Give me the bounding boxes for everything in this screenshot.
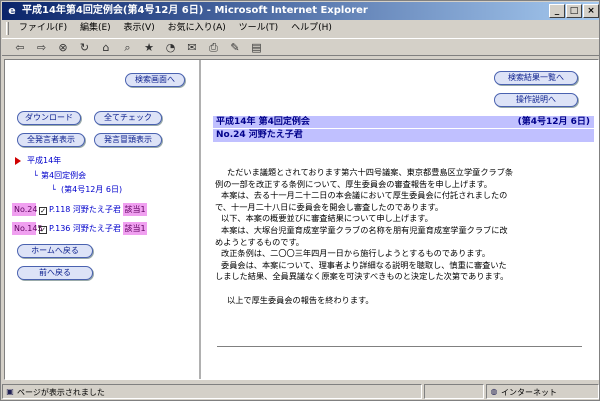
speech-line: で、十一月二十八日に委員会を開会し審査したのであります。 [215,201,444,212]
tree-issue[interactable]: (第4号12月 6日) [61,184,122,195]
discuss-icon[interactable]: ▤ [249,39,265,56]
hit-number: No.24 [12,203,38,216]
hit-badge[interactable]: 該当1 [123,203,147,216]
back-button[interactable]: 前へ戻る [17,266,93,280]
record-issue: (第4号12月 6日) [517,117,590,127]
page-icon: ▣ [6,387,14,396]
menu-tools[interactable]: ツール(T) [234,20,284,37]
speech-line: 改正条例は、二〇〇三年四月一日から施行しようとするものであります。 [221,248,491,259]
edit-icon[interactable]: ✎ [227,39,243,56]
page-content: 検索画面へ ダウンロード 全てチェック 全発言者表示 発言冒頭表示 平成14年 … [4,59,599,380]
speech-line: ただいま議題とされております第六十四号議案、東京都豊島区立学童クラブ条 [227,167,514,177]
hit-checkbox[interactable]: ✓ [39,207,47,215]
zone-cell: ◍ インターネット [486,384,599,399]
home-button[interactable]: ホームへ戻る [17,244,93,258]
menu-bar: ファイル(F) 編集(E) 表示(V) お気に入り(A) ツール(T) ヘルプ(… [2,20,599,37]
record-header: 平成14年 第4回定例会 (第4号12月 6日) [213,116,594,128]
speech-line: 委員会は、本案について、理事者より詳細なる説明を聴取し、慎重に審査いた [221,259,507,270]
refresh-icon[interactable]: ↻ [77,39,93,56]
home-icon[interactable]: ⌂ [98,39,114,56]
hit-row: No.24 ✓ P.118 河野たえ子君 該当1 [12,203,147,216]
results-list-button[interactable]: 検索結果一覧へ [494,71,578,85]
status-bar: ▣ ページが表示されました ◍ インターネット [2,383,599,400]
menu-help[interactable]: ヘルプ(H) [286,20,337,37]
close-button[interactable]: × [583,4,599,18]
check-all-button[interactable]: 全てチェック [94,111,162,125]
speech-line: 本案は、大塚台児童育成室学童クラブの名称を朋有児童育成室学童クラブに改 [221,224,508,235]
speech-line: 以上で厚生委員会の報告を終わります。 [227,294,374,305]
forward-icon[interactable]: ⇨ [34,39,50,56]
speech-text: ただいま議題とされております第六十四号議案、東京都豊島区立学童クラブ条 例の一部… [215,167,587,306]
menu-edit[interactable]: 編集(E) [75,20,116,37]
zone-text: インターネット [501,388,557,397]
search-icon[interactable]: ⌕ [120,39,136,56]
download-button[interactable]: ダウンロード [17,111,81,125]
record-title: 平成14年 第4回定例会 [216,117,310,127]
back-icon[interactable]: ⇦ [12,39,28,56]
divider [217,346,582,348]
globe-icon: ◍ [490,387,498,396]
hit-row: No.145✓ P.136 河野たえ子君 該当1 [12,222,147,235]
stop-icon[interactable]: ⊗ [55,39,71,56]
hit-page-link[interactable]: P.118 河野たえ子君 [49,205,121,214]
menu-grip [6,22,9,35]
toolbar: ⇦ ⇨ ⊗ ↻ ⌂ ⌕ ★ ◔ ✉ ⎙ ✎ ▤ [2,38,599,56]
help-button[interactable]: 操作説明へ [494,93,578,107]
right-frame: 検索結果一覧へ 操作説明へ 平成14年 第4回定例会 (第4号12月 6日) N… [203,60,598,379]
title-bar: e 平成14年第4回定例会(第4号12月 6日) - Microsoft Int… [2,2,599,20]
maximize-button[interactable]: □ [566,4,582,18]
speech-line: 例の一部を改正する条例について、厚生委員会の審査報告を申し上げます。 [215,178,492,189]
hit-number: No.145 [12,222,43,235]
left-frame: 検索画面へ ダウンロード 全てチェック 全発言者表示 発言冒頭表示 平成14年 … [5,60,201,379]
menu-favorites[interactable]: お気に入り(A) [163,20,231,37]
status-progress-cell [424,384,484,399]
search-screen-button[interactable]: 検索画面へ [125,73,185,87]
minimize-button[interactable]: _ [549,4,565,18]
hit-page-link[interactable]: P.136 河野たえ子君 [49,224,121,233]
speech-line: 本案は、去る十一月二十二日の本会議において厚生委員会に付託されましたの [221,190,508,201]
show-speech-head-button[interactable]: 発言冒頭表示 [94,133,162,147]
hit-badge[interactable]: 該当1 [123,222,147,235]
favorites-icon[interactable]: ★ [141,39,157,56]
history-icon[interactable]: ◔ [163,39,179,56]
tree-expanded-icon [15,157,21,165]
menu-view[interactable]: 表示(V) [119,20,160,37]
mail-icon[interactable]: ✉ [184,39,200,56]
status-text: ページが表示されました [17,388,105,397]
speech-line [215,283,587,295]
show-all-speakers-button[interactable]: 全発言者表示 [17,133,85,147]
window-title: 平成14年第4回定例会(第4号12月 6日) - Microsoft Inter… [22,5,368,16]
speech-line: 以下、本案の概要並びに審査結果について申し上げます。 [221,213,433,224]
tree-year[interactable]: 平成14年 [27,155,61,166]
speech-line: しました結果、全員異議なく原案を可決すべきものと決定した次第であります。 [215,271,509,282]
speaker-header: No.24 河野たえ子君 [213,129,594,142]
menu-file[interactable]: ファイル(F) [14,20,72,37]
browser-window: e 平成14年第4回定例会(第4号12月 6日) - Microsoft Int… [0,0,600,401]
tree-session[interactable]: 第4回定例会 [41,170,86,181]
tree-issue-connector-icon: └ [51,185,56,194]
speech-line: めようとするものです。 [215,236,304,247]
status-text-cell: ▣ ページが表示されました [2,384,422,399]
tree-session-connector-icon: └ [33,171,38,180]
print-icon[interactable]: ⎙ [206,39,222,56]
hit-checkbox[interactable]: ✓ [39,226,47,234]
internet-explorer-icon: e [8,4,16,17]
